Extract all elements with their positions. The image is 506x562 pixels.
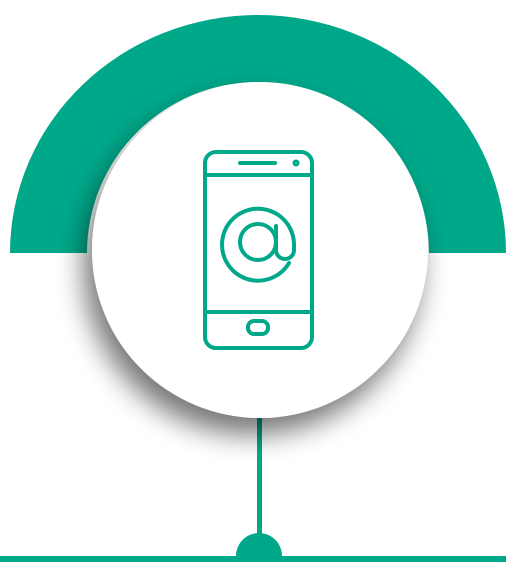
icon-circle: [92, 82, 428, 418]
connector-line: [257, 418, 262, 548]
timeline-node: [236, 533, 282, 562]
infographic-graphic: [0, 15, 506, 562]
infographic-step: [0, 0, 506, 562]
